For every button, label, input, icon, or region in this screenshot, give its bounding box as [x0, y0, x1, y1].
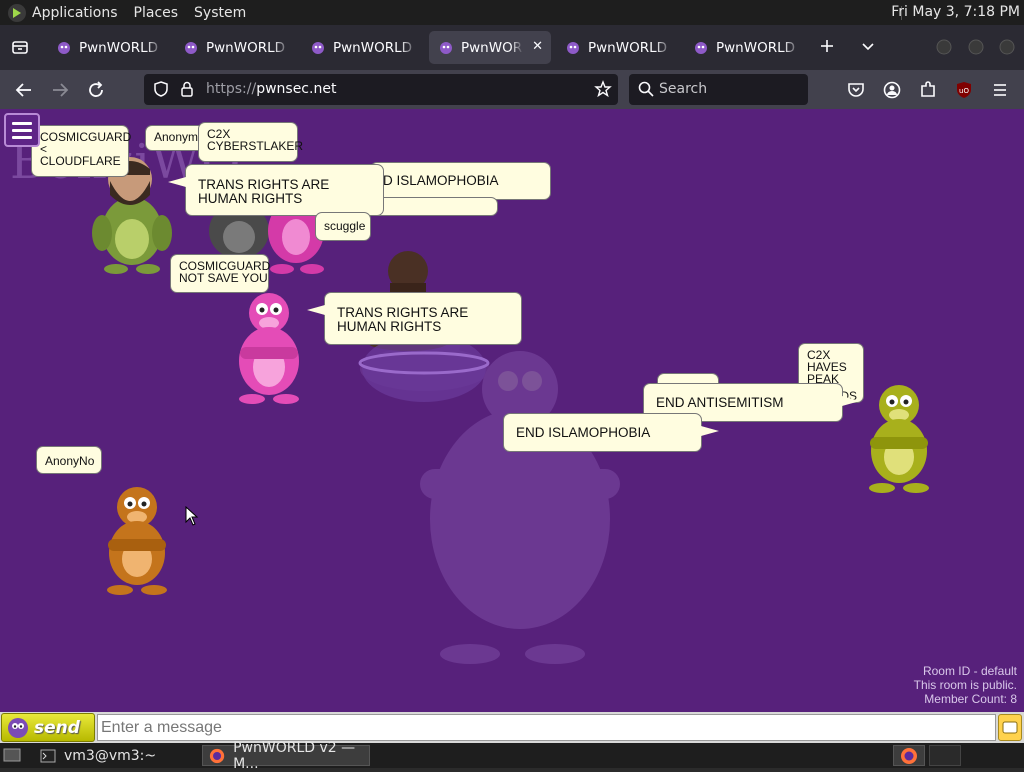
- tab-overview-icon[interactable]: [11, 38, 29, 60]
- bonzi-favicon-icon: [695, 41, 707, 54]
- bubble-tail: [168, 177, 186, 187]
- tab-label: PwnWORLD v2: [588, 39, 672, 56]
- speech-bubble: COSMICGUARD NOT SAVE YOU: [170, 254, 270, 293]
- bonzi-favicon-icon: [58, 41, 70, 54]
- menu-applications[interactable]: Applications: [32, 5, 118, 21]
- bottom-taskbar: vm3@vm3:~ PwnWORLD v2 — M...: [0, 740, 1024, 772]
- search-icon: [638, 81, 654, 101]
- url-text[interactable]: https://pwnsec.net: [206, 81, 336, 97]
- firefox-icon: [901, 748, 917, 764]
- taskbar-item-firefox[interactable]: PwnWORLD v2 — M...: [202, 740, 370, 772]
- extensions-puzzle-icon[interactable]: [918, 80, 938, 104]
- bonzi-avatar-yellow[interactable]: [858, 383, 940, 495]
- tracking-shield-icon[interactable]: [152, 80, 170, 102]
- taskbar-item-label: vm3@vm3:~: [64, 747, 157, 764]
- clock[interactable]: Fri May 3, 7:18 PM: [891, 4, 1020, 20]
- forward-arrow-icon[interactable]: [50, 80, 70, 104]
- firefox-icon: [209, 748, 225, 763]
- menu-places[interactable]: Places: [134, 5, 179, 21]
- pocket-icon[interactable]: [846, 80, 866, 104]
- menu-system[interactable]: System: [194, 5, 246, 21]
- send-button[interactable]: send: [1, 713, 95, 742]
- chat-log-icon: [1002, 721, 1018, 734]
- show-desktop-icon[interactable]: [3, 747, 21, 768]
- window-minimize-icon[interactable]: [935, 38, 953, 60]
- tab-label: PwnWORLD v2: [461, 39, 523, 56]
- terminal-icon: [40, 749, 56, 762]
- new-tab-plus-icon[interactable]: [818, 37, 836, 59]
- window-close-icon[interactable]: [998, 38, 1016, 60]
- speech-bubble: COSMICGUARD < CLOUDFLARE: [31, 125, 131, 177]
- applications-logo-icon[interactable]: [8, 3, 26, 22]
- room-id: Room ID - default: [922, 664, 1017, 678]
- mouse-pointer-icon: [185, 506, 199, 526]
- account-icon[interactable]: [882, 80, 902, 104]
- tab-strip: PwnWORLD v2 PwnWORLD v2 PwnWORLD v2 PwnW…: [0, 25, 1024, 70]
- tab-pwnworld-2[interactable]: PwnWORLD v2: [174, 31, 296, 64]
- app-menu-hamburger-icon[interactable]: [990, 80, 1010, 104]
- bonzi-favicon-icon: [312, 41, 324, 54]
- search-bar[interactable]: Search: [629, 74, 808, 105]
- member-count: Member Count: 8: [924, 692, 1017, 706]
- taskbar-item-label: PwnWORLD v2 — M...: [233, 739, 356, 772]
- message-input[interactable]: [97, 714, 996, 741]
- room-menu-button[interactable]: [4, 113, 40, 147]
- room-info: Room ID - default This room is public. M…: [914, 664, 1017, 706]
- tab-pwnworld-4-active[interactable]: PwnWORLD v2 ✕: [429, 31, 551, 64]
- bonzi-avatar-pink[interactable]: [226, 291, 312, 405]
- tab-close-icon[interactable]: ✕: [532, 39, 543, 54]
- chat-bar: send: [0, 712, 1024, 743]
- bonzi-favicon-icon: [185, 41, 197, 54]
- svg-text:uO: uO: [959, 87, 969, 95]
- workspace-2[interactable]: [929, 745, 961, 766]
- top-panel: Applications Places System Fri May 3, 7:…: [0, 0, 1024, 25]
- room-public-status: This room is public.: [913, 678, 1017, 692]
- speech-bubble: C2X CYBERSTLAKER: [198, 122, 303, 162]
- speech-bubble: TRANS RIGHTS ARE HUMAN RIGHTS: [168, 164, 384, 216]
- tab-pwnworld-3[interactable]: PwnWORLD v2: [301, 31, 423, 64]
- reload-icon[interactable]: [86, 80, 106, 104]
- tab-label: PwnWORLD v2: [79, 39, 163, 56]
- speech-bubble: scuggle: [315, 212, 371, 241]
- navigation-toolbar: https://pwnsec.net Search uO: [0, 70, 1024, 109]
- speech-bubble: Anonymo: [145, 125, 205, 151]
- bubble-tail: [701, 426, 719, 436]
- tab-pwnworld-6[interactable]: PwnWORLD v2: [684, 31, 806, 64]
- window-maximize-icon[interactable]: [967, 38, 985, 60]
- bubble-tail: [307, 305, 325, 315]
- speech-bubble: D ISLAMOPHOBIA: [370, 162, 551, 200]
- speech-bubble-stacked: [370, 197, 498, 216]
- taskbar-item-terminal[interactable]: vm3@vm3:~: [34, 745, 194, 766]
- speech-bubble-name: AnonyNo: [36, 446, 102, 474]
- bookmark-star-icon[interactable]: [594, 80, 612, 102]
- speech-bubble: TRANS RIGHTS ARE HUMAN RIGHTS: [307, 292, 522, 345]
- workspace-switcher[interactable]: [893, 745, 925, 766]
- send-label: send: [34, 717, 80, 738]
- chat-log-button[interactable]: [998, 714, 1022, 741]
- tab-label: PwnWORLD v2: [333, 39, 417, 56]
- speech-bubble: END ISLAMOPHOBIA: [503, 413, 719, 452]
- chat-room-stage[interactable]: BonziWO: [0, 109, 1024, 712]
- ublock-origin-icon[interactable]: uO: [954, 80, 974, 104]
- bonzi-favicon-icon: [567, 41, 579, 54]
- address-bar[interactable]: https://pwnsec.net: [144, 74, 618, 105]
- tab-pwnworld-1[interactable]: PwnWORLD v2: [47, 31, 169, 64]
- bonzi-send-icon: [8, 718, 28, 738]
- lock-icon[interactable]: [179, 80, 195, 102]
- tab-label: PwnWORLD v2: [206, 39, 290, 56]
- tab-pwnworld-5[interactable]: PwnWORLD v2: [556, 31, 678, 64]
- search-placeholder: Search: [659, 81, 708, 97]
- bonzi-favicon-icon: [440, 41, 452, 54]
- back-arrow-icon[interactable]: [14, 80, 34, 104]
- bubble-tail: [842, 396, 860, 406]
- bonzi-avatar-orange[interactable]: [96, 485, 178, 597]
- list-tabs-chevron-down-icon[interactable]: [859, 37, 877, 59]
- tab-label: PwnWORLD v2: [716, 39, 800, 56]
